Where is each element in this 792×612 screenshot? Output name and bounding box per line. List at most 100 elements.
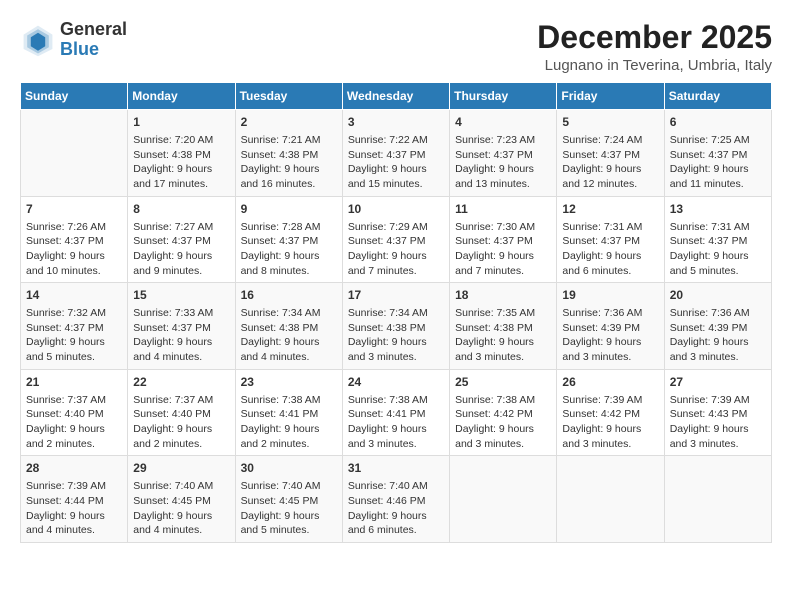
cell-content: Sunrise: 7:26 AM Sunset: 4:37 PM Dayligh… — [26, 220, 122, 279]
cell-content: Sunrise: 7:39 AM Sunset: 4:44 PM Dayligh… — [26, 479, 122, 538]
cell-content: Sunrise: 7:29 AM Sunset: 4:37 PM Dayligh… — [348, 220, 444, 279]
day-number: 7 — [26, 201, 122, 218]
cell-content: Sunrise: 7:40 AM Sunset: 4:45 PM Dayligh… — [133, 479, 229, 538]
calendar-cell — [557, 456, 664, 543]
cell-content: Sunrise: 7:37 AM Sunset: 4:40 PM Dayligh… — [26, 393, 122, 452]
calendar-cell: 8 Sunrise: 7:27 AM Sunset: 4:37 PM Daylig… — [128, 196, 235, 283]
calendar-day-header: Sunday — [21, 83, 128, 110]
cell-content: Sunrise: 7:24 AM Sunset: 4:37 PM Dayligh… — [562, 133, 658, 192]
calendar-cell: 29 Sunrise: 7:40 AM Sunset: 4:45 PM Dayli… — [128, 456, 235, 543]
day-number: 4 — [455, 114, 551, 131]
cell-content: Sunrise: 7:38 AM Sunset: 4:42 PM Dayligh… — [455, 393, 551, 452]
cell-content: Sunrise: 7:20 AM Sunset: 4:38 PM Dayligh… — [133, 133, 229, 192]
logo: General Blue — [20, 20, 127, 60]
logo-text: General Blue — [60, 20, 127, 60]
day-number: 28 — [26, 460, 122, 477]
calendar-day-header: Thursday — [450, 83, 557, 110]
cell-content: Sunrise: 7:35 AM Sunset: 4:38 PM Dayligh… — [455, 306, 551, 365]
calendar-day-header: Saturday — [664, 83, 771, 110]
cell-content: Sunrise: 7:38 AM Sunset: 4:41 PM Dayligh… — [348, 393, 444, 452]
calendar-cell: 16Sunrise: 7:34 AM Sunset: 4:38 PM Dayli… — [235, 283, 342, 370]
calendar-cell: 17 Sunrise: 7:34 AM Sunset: 4:38 PM Dayli… — [342, 283, 449, 370]
calendar-cell: 26 Sunrise: 7:39 AM Sunset: 4:42 PM Dayli… — [557, 369, 664, 456]
calendar-cell: 31 Sunrise: 7:40 AM Sunset: 4:46 PM Dayli… — [342, 456, 449, 543]
calendar-cell: 7 Sunrise: 7:26 AM Sunset: 4:37 PM Daylig… — [21, 196, 128, 283]
calendar-cell: 22Sunrise: 7:37 AM Sunset: 4:40 PM Dayli… — [128, 369, 235, 456]
calendar-cell: 20Sunrise: 7:36 AM Sunset: 4:39 PM Dayli… — [664, 283, 771, 370]
calendar-cell: 15Sunrise: 7:33 AM Sunset: 4:37 PM Dayli… — [128, 283, 235, 370]
day-number: 13 — [670, 201, 766, 218]
calendar-week-row: 21 Sunrise: 7:37 AM Sunset: 4:40 PM Dayli… — [21, 369, 772, 456]
cell-content: Sunrise: 7:28 AM Sunset: 4:37 PM Dayligh… — [241, 220, 337, 279]
cell-content: Sunrise: 7:27 AM Sunset: 4:37 PM Dayligh… — [133, 220, 229, 279]
day-number: 11 — [455, 201, 551, 218]
cell-content: Sunrise: 7:40 AM Sunset: 4:46 PM Dayligh… — [348, 479, 444, 538]
day-number: 2 — [241, 114, 337, 131]
calendar-cell: 25Sunrise: 7:38 AM Sunset: 4:42 PM Dayli… — [450, 369, 557, 456]
calendar-table: SundayMondayTuesdayWednesdayThursdayFrid… — [20, 82, 772, 543]
calendar-cell: 11 Sunrise: 7:30 AM Sunset: 4:37 PM Dayli… — [450, 196, 557, 283]
calendar-cell: 21 Sunrise: 7:37 AM Sunset: 4:40 PM Dayli… — [21, 369, 128, 456]
calendar-day-header: Wednesday — [342, 83, 449, 110]
day-number: 24 — [348, 374, 444, 391]
cell-content: Sunrise: 7:39 AM Sunset: 4:42 PM Dayligh… — [562, 393, 658, 452]
cell-content: Sunrise: 7:32 AM Sunset: 4:37 PM Dayligh… — [26, 306, 122, 365]
day-number: 12 — [562, 201, 658, 218]
day-number: 30 — [241, 460, 337, 477]
day-number: 31 — [348, 460, 444, 477]
calendar-cell: 18 Sunrise: 7:35 AM Sunset: 4:38 PM Dayli… — [450, 283, 557, 370]
calendar-cell: 5Sunrise: 7:24 AM Sunset: 4:37 PM Daylig… — [557, 110, 664, 197]
cell-content: Sunrise: 7:30 AM Sunset: 4:37 PM Dayligh… — [455, 220, 551, 279]
calendar-day-header: Tuesday — [235, 83, 342, 110]
cell-content: Sunrise: 7:22 AM Sunset: 4:37 PM Dayligh… — [348, 133, 444, 192]
calendar-cell — [664, 456, 771, 543]
cell-content: Sunrise: 7:37 AM Sunset: 4:40 PM Dayligh… — [133, 393, 229, 452]
cell-content: Sunrise: 7:34 AM Sunset: 4:38 PM Dayligh… — [348, 306, 444, 365]
calendar-cell: 4 Sunrise: 7:23 AM Sunset: 4:37 PM Daylig… — [450, 110, 557, 197]
day-number: 16 — [241, 287, 337, 304]
day-number: 9 — [241, 201, 337, 218]
day-number: 14 — [26, 287, 122, 304]
day-number: 26 — [562, 374, 658, 391]
calendar-cell: 23Sunrise: 7:38 AM Sunset: 4:41 PM Dayli… — [235, 369, 342, 456]
cell-content: Sunrise: 7:39 AM Sunset: 4:43 PM Dayligh… — [670, 393, 766, 452]
day-number: 10 — [348, 201, 444, 218]
month-title: December 2025 — [537, 20, 772, 55]
day-number: 6 — [670, 114, 766, 131]
cell-content: Sunrise: 7:21 AM Sunset: 4:38 PM Dayligh… — [241, 133, 337, 192]
cell-content: Sunrise: 7:36 AM Sunset: 4:39 PM Dayligh… — [562, 306, 658, 365]
calendar-cell: 13Sunrise: 7:31 AM Sunset: 4:37 PM Dayli… — [664, 196, 771, 283]
day-number: 8 — [133, 201, 229, 218]
page-header: General Blue December 2025 Lugnano in Te… — [20, 20, 772, 74]
logo-icon — [20, 22, 56, 58]
calendar-week-row: 7 Sunrise: 7:26 AM Sunset: 4:37 PM Daylig… — [21, 196, 772, 283]
day-number: 23 — [241, 374, 337, 391]
day-number: 29 — [133, 460, 229, 477]
calendar-cell — [21, 110, 128, 197]
day-number: 21 — [26, 374, 122, 391]
calendar-cell: 14 Sunrise: 7:32 AM Sunset: 4:37 PM Dayli… — [21, 283, 128, 370]
calendar-cell: 9 Sunrise: 7:28 AM Sunset: 4:37 PM Daylig… — [235, 196, 342, 283]
calendar-day-header: Friday — [557, 83, 664, 110]
day-number: 17 — [348, 287, 444, 304]
calendar-cell: 10 Sunrise: 7:29 AM Sunset: 4:37 PM Dayli… — [342, 196, 449, 283]
cell-content: Sunrise: 7:23 AM Sunset: 4:37 PM Dayligh… — [455, 133, 551, 192]
day-number: 1 — [133, 114, 229, 131]
calendar-cell: 2 Sunrise: 7:21 AM Sunset: 4:38 PM Daylig… — [235, 110, 342, 197]
day-number: 18 — [455, 287, 551, 304]
calendar-cell: 28 Sunrise: 7:39 AM Sunset: 4:44 PM Dayli… — [21, 456, 128, 543]
day-number: 20 — [670, 287, 766, 304]
calendar-week-row: 14 Sunrise: 7:32 AM Sunset: 4:37 PM Dayli… — [21, 283, 772, 370]
calendar-cell: 3Sunrise: 7:22 AM Sunset: 4:37 PM Daylig… — [342, 110, 449, 197]
calendar-cell — [450, 456, 557, 543]
calendar-cell: 12Sunrise: 7:31 AM Sunset: 4:37 PM Dayli… — [557, 196, 664, 283]
calendar-cell: 30 Sunrise: 7:40 AM Sunset: 4:45 PM Dayli… — [235, 456, 342, 543]
calendar-cell: 6 Sunrise: 7:25 AM Sunset: 4:37 PM Daylig… — [664, 110, 771, 197]
day-number: 15 — [133, 287, 229, 304]
calendar-cell: 19Sunrise: 7:36 AM Sunset: 4:39 PM Dayli… — [557, 283, 664, 370]
cell-content: Sunrise: 7:40 AM Sunset: 4:45 PM Dayligh… — [241, 479, 337, 538]
title-block: December 2025 Lugnano in Teverina, Umbri… — [537, 20, 772, 74]
calendar-cell: 27Sunrise: 7:39 AM Sunset: 4:43 PM Dayli… — [664, 369, 771, 456]
calendar-cell: 1 Sunrise: 7:20 AM Sunset: 4:38 PM Daylig… — [128, 110, 235, 197]
cell-content: Sunrise: 7:25 AM Sunset: 4:37 PM Dayligh… — [670, 133, 766, 192]
